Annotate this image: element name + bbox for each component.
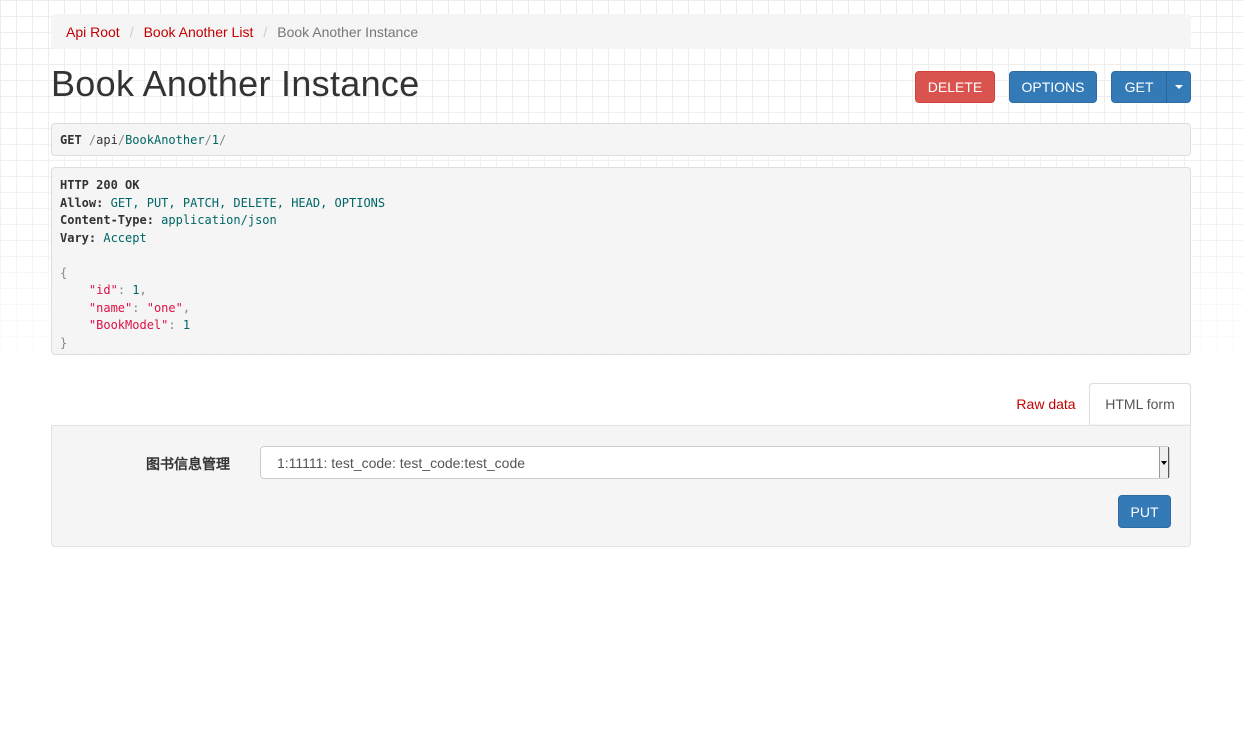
json-key: "name" [88,300,133,315]
breadcrumb-book-another-list[interactable]: Book Another List [144,24,254,40]
request-path-resource: BookAnother [125,132,205,147]
json-key: "id" [88,283,118,297]
request-method: GET [60,132,82,147]
response-header-name: Vary: [60,230,97,245]
response-header-name: Allow: [60,195,104,210]
request-info: GET / api / BookAnother/1/ [51,123,1191,156]
caret-down-icon [1174,85,1183,89]
page-content: Api Root / Book Another List / Book Anot… [51,14,1191,547]
breadcrumb-current: Book Another Instance [277,23,419,40]
page-title: Book Another Instance [51,63,420,104]
response-header-value: application/json [161,213,277,227]
title-row: Book Another Instance DELETE OPTIONS GET [51,53,1191,121]
response-header-value: Accept [103,230,147,245]
form-field-label: 图书信息管理 [146,456,230,472]
put-button[interactable]: PUT [1118,495,1171,528]
tab-html-form[interactable]: HTML form [1089,383,1191,425]
html-form-panel: 图书信息管理 1:11111: test_code: test_code:tes… [51,425,1191,547]
breadcrumb-api-root[interactable]: Api Root [66,24,120,40]
breadcrumb-separator: / [263,23,268,40]
breadcrumb-separator: / [129,23,134,40]
response-header-name: Content-Type: [60,213,154,227]
options-button[interactable]: OPTIONS [1009,71,1097,103]
json-value: 1 [182,318,191,332]
form-tabs: Raw data HTML form [51,383,1191,425]
get-button[interactable]: GET [1111,71,1167,103]
get-format-dropdown-toggle[interactable] [1166,71,1191,103]
json-value: "one" [146,300,183,315]
json-value: 1 [132,283,140,297]
json-key: "BookModel" [88,318,169,332]
json-close-brace: } [60,335,68,350]
response-header-value: GET, PUT, PATCH, DELETE, HEAD, OPTIONS [110,195,386,210]
tab-raw-data[interactable]: Raw data [1003,383,1089,425]
request-path-id: 1 [211,132,220,147]
delete-button[interactable]: DELETE [915,71,995,103]
response-info: HTTP 200 OK Allow: GET, PUT, PATCH, DELE… [51,167,1191,355]
book-model-select[interactable]: 1:11111: test_code: test_code:test_code [260,446,1170,479]
request-path-api: api [96,132,118,147]
select-arrow-icon[interactable] [1159,447,1169,478]
json-open-brace: { [60,265,68,280]
select-selected-value: 1:11111: test_code: test_code:test_code [277,454,526,471]
breadcrumb: Api Root / Book Another List / Book Anot… [51,14,1191,49]
response-status: HTTP 200 OK [60,178,140,192]
